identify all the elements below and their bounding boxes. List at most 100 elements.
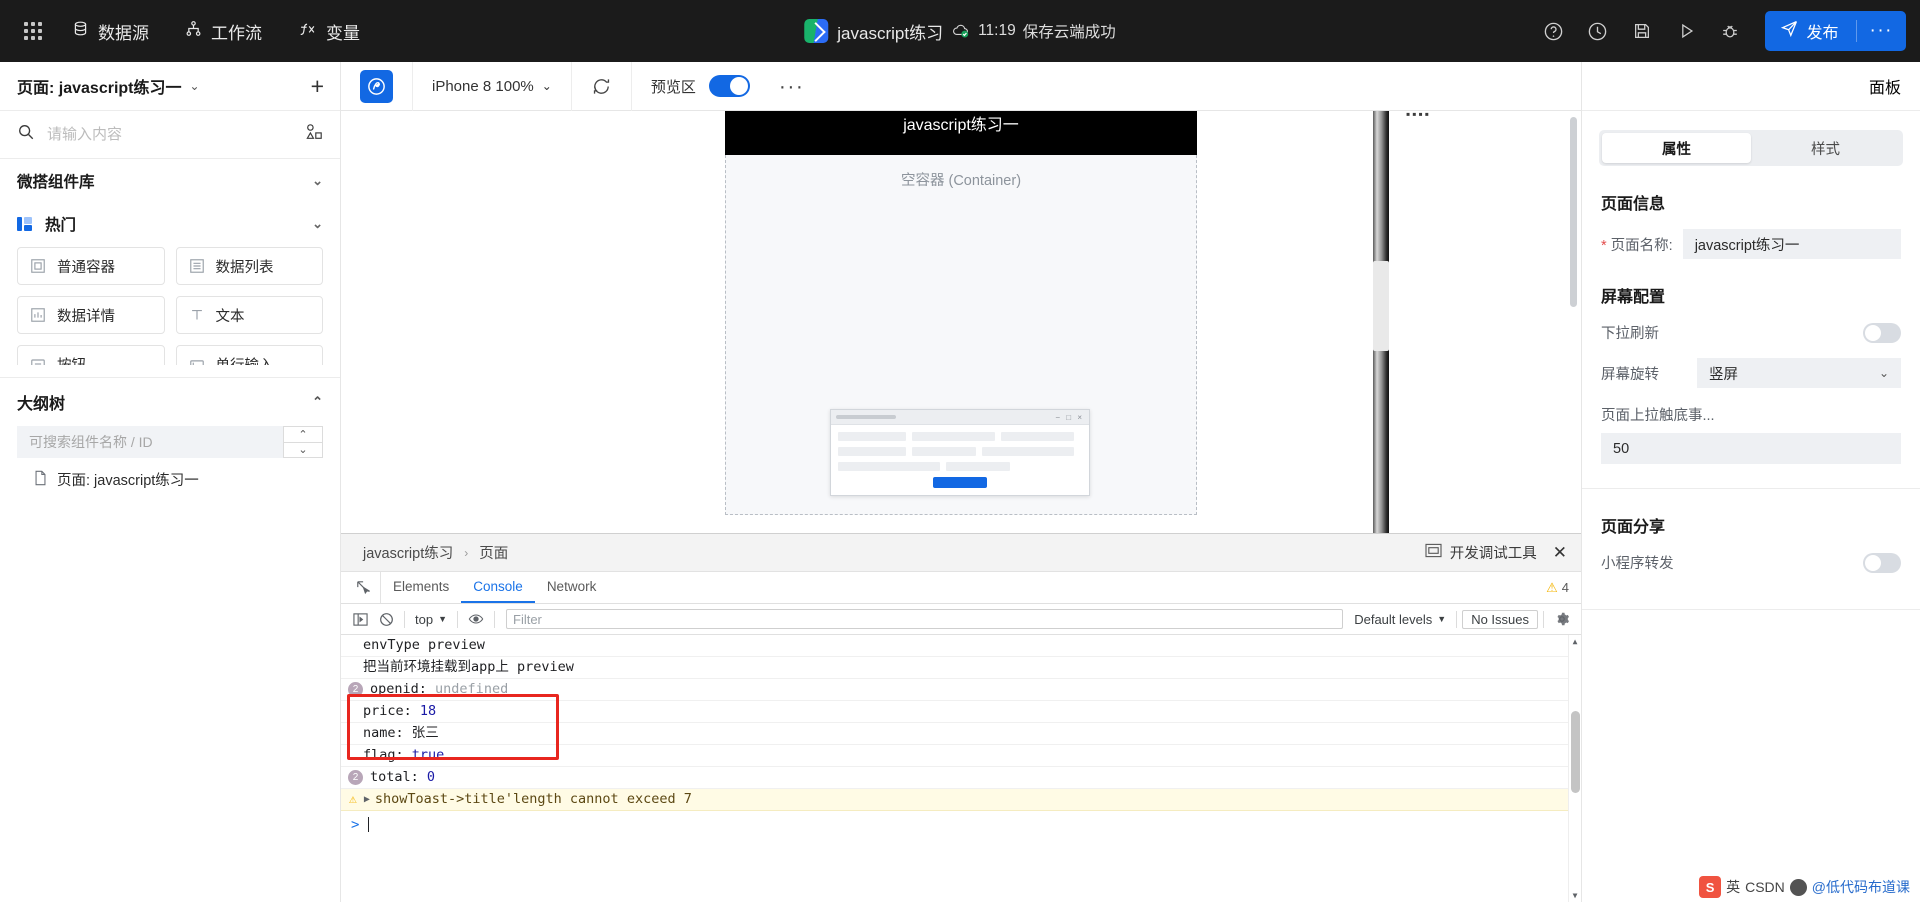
publish-button[interactable]: 发布: [1765, 11, 1856, 51]
share-label: 小程序转发: [1601, 556, 1674, 572]
expand-arrow-icon[interactable]: ▶: [364, 790, 370, 809]
console-filter-input[interactable]: Filter: [506, 609, 1344, 629]
breadcrumb-item-page[interactable]: 页面: [479, 542, 508, 563]
project-title: javascript练习: [837, 23, 944, 43]
component-card-button[interactable]: 按钮: [17, 345, 165, 365]
close-icon[interactable]: ✕: [1547, 543, 1567, 563]
help-icon[interactable]: [1535, 12, 1573, 50]
canvas-scrollbar[interactable]: [1570, 117, 1577, 307]
save-icon[interactable]: [1623, 12, 1661, 50]
outline-tree-item-page[interactable]: 页面: javascript练习一: [0, 458, 340, 490]
add-page-button[interactable]: +: [311, 74, 324, 98]
console-context-selector[interactable]: top ▼: [410, 612, 452, 627]
section-title-page-share: 页面分享: [1601, 519, 1666, 536]
library-title: 微搭组件库: [17, 174, 95, 191]
live-expression-eye-icon[interactable]: [463, 606, 489, 632]
inspect-element-icon[interactable]: [347, 572, 381, 603]
devtools-title-button[interactable]: 开发调试工具: [1425, 542, 1537, 563]
canvas-more-button[interactable]: ···: [769, 76, 814, 97]
apps-grid-icon[interactable]: [14, 18, 52, 44]
refresh-icon[interactable]: [591, 76, 612, 97]
console-warning-row[interactable]: ⚠ ▶ showToast->title'length cannot excee…: [341, 789, 1581, 811]
chevron-down-icon: ▼: [1437, 614, 1447, 624]
console-context-label: top: [415, 611, 434, 627]
console-output[interactable]: envType preview 把当前环境挂载到app上 preview 2 o…: [341, 635, 1581, 902]
repeat-count-badge: 2: [348, 770, 363, 785]
tab-network[interactable]: Network: [535, 572, 609, 603]
component-shapes-icon[interactable]: [305, 123, 323, 146]
no-issues-button[interactable]: No Issues: [1462, 609, 1538, 629]
gear-icon[interactable]: [1549, 606, 1575, 632]
component-card-container[interactable]: 普通容器: [17, 247, 165, 285]
devtools-header-right: 开发调试工具 ✕: [1425, 542, 1567, 563]
sogou-input-icon: S: [1699, 876, 1722, 898]
divider: [457, 610, 458, 628]
component-card-datalist[interactable]: 数据列表: [175, 247, 323, 285]
section-title-screen-config: 屏幕配置: [1601, 289, 1666, 306]
page-name-input[interactable]: javascript练习一: [1682, 229, 1901, 259]
tab-properties[interactable]: 属性: [1602, 133, 1751, 163]
chevron-down-icon[interactable]: ⌄: [190, 79, 200, 93]
search-input[interactable]: [47, 126, 293, 143]
mini-cell: [838, 462, 941, 471]
clear-console-icon[interactable]: [373, 606, 399, 632]
component-card-datadetail[interactable]: 数据详情: [17, 296, 165, 334]
button-icon: [30, 356, 47, 365]
warning-triangle-icon: ⚠: [1546, 579, 1558, 595]
breadcrumb-item-project[interactable]: javascript练习: [363, 542, 453, 563]
input-icon: [189, 356, 206, 365]
outline-next-button[interactable]: ⌄: [284, 443, 322, 458]
console-value: 张三: [411, 725, 439, 741]
device-selector[interactable]: iPhone 8 100% ⌄: [432, 78, 552, 95]
mini-window-row: [838, 447, 1082, 456]
console-prompt-row[interactable]: >: [341, 811, 1581, 838]
send-icon: [1780, 19, 1799, 43]
pull-refresh-toggle[interactable]: [1863, 322, 1901, 343]
component-label: 数据列表: [215, 259, 274, 276]
scroll-up-icon[interactable]: ▲: [1569, 635, 1581, 648]
sidebar-page-title: 页面: javascript练习一: [17, 80, 182, 97]
wechat-miniprogram-icon[interactable]: [360, 69, 393, 103]
console-scrollbar[interactable]: ▲ ▼: [1568, 635, 1581, 902]
console-sidebar-icon[interactable]: [347, 606, 373, 632]
component-card-text[interactable]: 文本: [175, 296, 323, 334]
panel-label[interactable]: 面板: [1869, 74, 1901, 98]
device-cell: iPhone 8 100% ⌄: [413, 61, 572, 111]
preview-toggle[interactable]: [708, 75, 750, 97]
tab-elements[interactable]: Elements: [381, 572, 461, 603]
scrollbar-thumb[interactable]: [1571, 711, 1580, 793]
sidebar-page-header[interactable]: 页面: javascript练习一 ⌄ +: [0, 62, 340, 111]
tab-console[interactable]: Console: [461, 572, 535, 603]
debug-bug-icon[interactable]: [1711, 12, 1749, 50]
component-label: 按钮: [57, 354, 86, 366]
menu-item-variable[interactable]: 变量: [282, 13, 376, 50]
tab-styles[interactable]: 样式: [1751, 133, 1900, 163]
text-caret: [368, 817, 370, 832]
expand-collapse-icon[interactable]: ⌃: [312, 394, 323, 410]
outline-search-input[interactable]: 可搜索组件名称 / ID: [17, 426, 283, 458]
console-levels-selector[interactable]: Default levels ▼: [1349, 612, 1451, 627]
console-filter-placeholder: Filter: [513, 611, 542, 627]
warning-count-badge[interactable]: ⚠ 4: [1534, 572, 1581, 603]
outline-prev-button[interactable]: ⌃: [284, 427, 322, 443]
publish-more-button[interactable]: ···: [1857, 12, 1906, 50]
pullup-distance-input[interactable]: 50: [1601, 433, 1901, 464]
project-logo-icon: [804, 19, 829, 43]
scroll-down-icon[interactable]: ▼: [1569, 889, 1581, 902]
chevron-down-icon: ⌄: [1878, 366, 1889, 380]
preview-play-icon[interactable]: [1667, 12, 1705, 50]
console-row: 2 openid: undefined: [341, 679, 1581, 701]
sidebar-section-library[interactable]: 微搭组件库 ⌄: [0, 159, 340, 203]
preview-cell: 预览区: [632, 75, 769, 97]
text-icon: [189, 307, 206, 323]
menu-item-datasource[interactable]: 数据源: [56, 13, 165, 50]
outline-tree-header[interactable]: 大纲树 ⌃: [0, 377, 340, 426]
sidebar-section-hot[interactable]: 热门 ⌄: [0, 203, 340, 245]
screen-rotate-select[interactable]: 竖屏 ⌄: [1697, 358, 1901, 388]
component-card-input[interactable]: 单行输入: [175, 345, 323, 365]
history-icon[interactable]: [1579, 12, 1617, 50]
share-toggle[interactable]: [1863, 552, 1901, 573]
chevron-down-icon: ⌄: [312, 173, 323, 188]
main-body: 页面: javascript练习一 ⌄ + 微搭组件库: [0, 61, 1920, 902]
menu-item-workflow[interactable]: 工作流: [169, 13, 278, 50]
